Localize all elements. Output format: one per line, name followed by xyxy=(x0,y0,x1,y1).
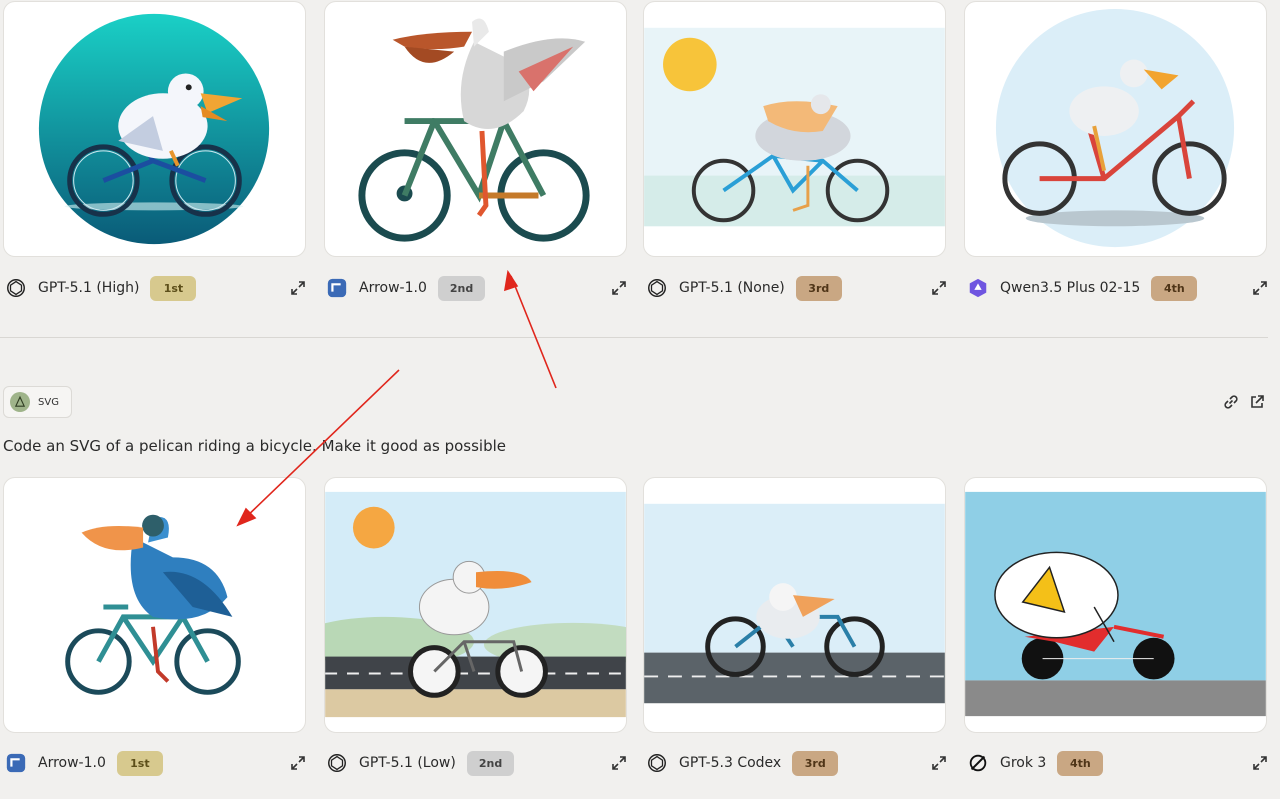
pelican-image xyxy=(65,514,241,695)
openai-icon xyxy=(4,276,28,300)
model-meta: Grok 3 4th xyxy=(966,749,1104,777)
image-card-arrow-top[interactable] xyxy=(324,1,627,257)
pelican-image xyxy=(38,13,270,245)
pelican-image xyxy=(644,27,945,227)
prompt-text: Code an SVG of a pelican riding a bicycl… xyxy=(3,437,507,455)
rank-badge: 1st xyxy=(116,750,163,776)
link-icon[interactable] xyxy=(1222,393,1240,411)
image-card-gpt51-low[interactable] xyxy=(324,477,627,733)
model-name: GPT-5.1 (None) xyxy=(679,280,785,296)
pelican-image xyxy=(325,491,626,718)
model-meta: Arrow-1.0 2nd xyxy=(325,274,486,302)
expand-icon[interactable] xyxy=(930,279,948,297)
pelican-image xyxy=(965,491,1266,717)
expand-icon[interactable] xyxy=(1251,279,1269,297)
rank-badge: 3rd xyxy=(795,275,842,301)
model-name: GPT-5.3 Codex xyxy=(679,755,782,771)
rank-badge: 2nd xyxy=(466,750,515,776)
arrow-logo-icon xyxy=(325,276,349,300)
svg-category-icon xyxy=(10,392,30,412)
expand-icon[interactable] xyxy=(289,279,307,297)
model-meta: Arrow-1.0 1st xyxy=(4,749,163,777)
model-name: Arrow-1.0 xyxy=(38,755,106,771)
expand-icon[interactable] xyxy=(930,754,948,772)
arrow-logo-icon xyxy=(4,751,28,775)
rank-badge: 2nd xyxy=(437,275,486,301)
image-card-grok3[interactable] xyxy=(964,477,1267,733)
pelican-image xyxy=(995,8,1235,248)
image-card-arrow-bottom[interactable] xyxy=(3,477,306,733)
expand-icon[interactable] xyxy=(610,754,628,772)
pelican-image xyxy=(644,503,945,704)
model-meta: GPT-5.1 (High) 1st xyxy=(4,274,197,302)
image-card-gpt51-high[interactable] xyxy=(3,1,306,257)
expand-icon[interactable] xyxy=(610,279,628,297)
model-name: GPT-5.1 (High) xyxy=(38,280,140,296)
model-name: Arrow-1.0 xyxy=(359,280,427,296)
rank-badge: 4th xyxy=(1151,275,1198,301)
openai-icon xyxy=(325,751,349,775)
model-meta: GPT-5.1 (Low) 2nd xyxy=(325,749,515,777)
openai-icon xyxy=(645,751,669,775)
pelican-image xyxy=(358,18,590,242)
model-meta: GPT-5.3 Codex 3rd xyxy=(645,749,839,777)
expand-icon[interactable] xyxy=(1251,754,1269,772)
model-name: Grok 3 xyxy=(1000,755,1047,771)
rank-badge: 3rd xyxy=(792,750,839,776)
rank-badge: 4th xyxy=(1057,750,1104,776)
section-divider xyxy=(0,337,1268,338)
external-link-icon[interactable] xyxy=(1248,393,1266,411)
expand-icon[interactable] xyxy=(289,754,307,772)
image-card-gpt53-codex[interactable] xyxy=(643,477,946,733)
model-meta: GPT-5.1 (None) 3rd xyxy=(645,274,842,302)
qwen-icon xyxy=(966,276,990,300)
tag-label: SVG xyxy=(38,396,59,408)
model-name: GPT-5.1 (Low) xyxy=(359,755,456,771)
rank-badge: 1st xyxy=(150,275,197,301)
grok-icon xyxy=(966,751,990,775)
annotation-arrow xyxy=(510,275,557,389)
openai-icon xyxy=(645,276,669,300)
model-name: Qwen3.5 Plus 02-15 xyxy=(1000,280,1141,296)
model-meta: Qwen3.5 Plus 02-15 4th xyxy=(966,274,1198,302)
image-card-qwen[interactable] xyxy=(964,1,1267,257)
image-card-gpt51-none[interactable] xyxy=(643,1,946,257)
category-tag: SVG xyxy=(3,386,72,418)
